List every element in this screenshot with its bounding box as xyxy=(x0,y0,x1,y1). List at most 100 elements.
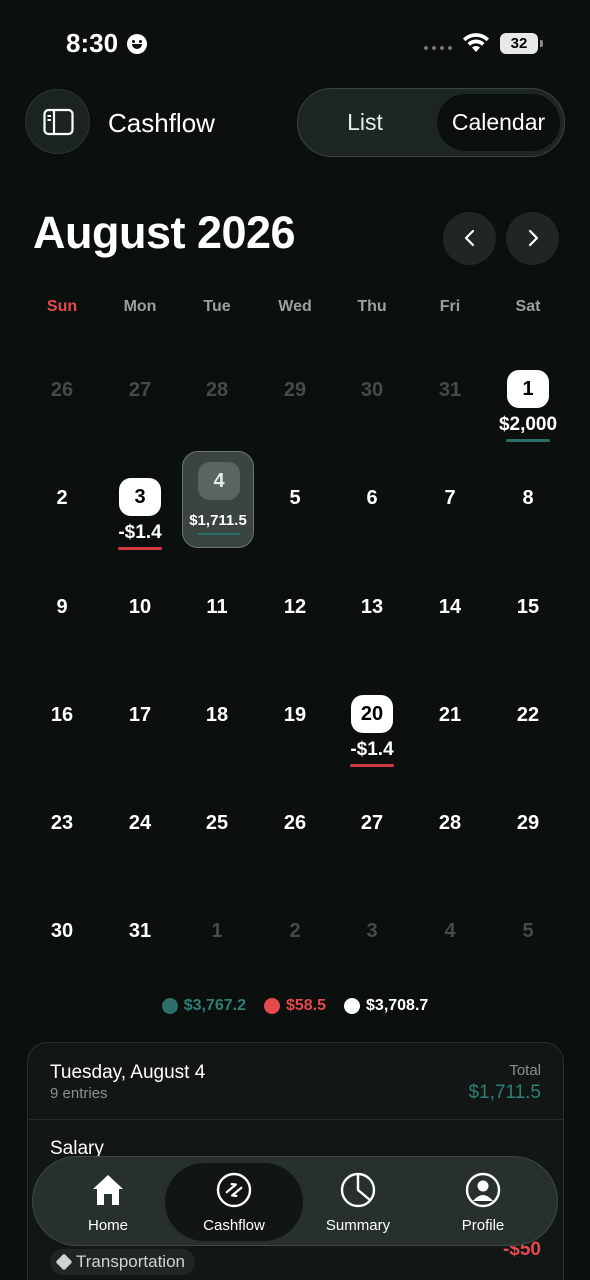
day-cell[interactable]: 25 xyxy=(178,803,256,843)
tab-summary[interactable]: Summary xyxy=(295,1163,421,1241)
status-bar: 8:30 32 xyxy=(0,0,590,88)
day-cell[interactable]: 21 xyxy=(411,695,489,735)
day-cell[interactable]: 26 xyxy=(256,803,334,843)
day-cell[interactable]: 28 xyxy=(411,803,489,843)
day-cell[interactable]: 7 xyxy=(411,478,489,518)
day-number: 16 xyxy=(50,704,74,726)
day-number: 29 xyxy=(516,812,540,834)
segment-calendar[interactable]: Calendar xyxy=(437,94,560,151)
day-cell[interactable]: 27 xyxy=(333,803,411,843)
day-number: 18 xyxy=(205,704,229,726)
tab-profile[interactable]: Profile xyxy=(420,1163,546,1241)
tab-profile-label: Profile xyxy=(461,1217,505,1234)
day-cell[interactable]: 12 xyxy=(256,587,334,627)
wifi-icon xyxy=(463,33,489,52)
home-icon xyxy=(93,1175,123,1205)
day-cell[interactable]: 30 xyxy=(23,911,101,951)
divider xyxy=(28,1119,563,1120)
income-total: $3,767.2 xyxy=(161,995,246,1017)
tab-cashflow-label: Cashflow xyxy=(203,1217,265,1234)
battery-indicator: 32 xyxy=(500,33,543,54)
day-income-bar xyxy=(506,439,550,442)
day-number: 8 xyxy=(522,487,534,509)
sidebar-toggle-button[interactable] xyxy=(25,89,90,154)
day-number: 4 xyxy=(444,920,456,942)
day-cell[interactable]: 31 xyxy=(101,911,179,951)
day-cell[interactable]: 3 xyxy=(333,911,411,951)
day-number: 25 xyxy=(205,812,229,834)
day-cell[interactable]: 23 xyxy=(23,803,101,843)
day-number: 31 xyxy=(128,920,152,942)
day-income-bar xyxy=(198,533,240,535)
day-cell[interactable]: 19 xyxy=(256,695,334,735)
weekday-label: Sun xyxy=(46,298,78,315)
entry-count: 9 entries xyxy=(50,1085,108,1102)
day-cell[interactable]: 1 xyxy=(178,911,256,951)
signal-icon xyxy=(424,46,452,50)
day-cell[interactable]: 29 xyxy=(489,803,567,843)
next-month-button[interactable] xyxy=(506,212,559,265)
day-cell[interactable]: 31 xyxy=(411,370,489,410)
day-number: 30 xyxy=(360,379,384,401)
day-cell[interactable]: 16 xyxy=(23,695,101,735)
day-amount: $1,711.5 xyxy=(189,512,247,529)
day-cell-selected[interactable]: 4 $1,711.5 xyxy=(182,451,254,548)
smiley-icon xyxy=(127,34,147,54)
day-number: 29 xyxy=(283,379,307,401)
day-cell[interactable]: 5 xyxy=(256,478,334,518)
day-cell[interactable]: 29 xyxy=(256,370,334,410)
day-number: 3 xyxy=(119,478,161,516)
day-amount: $2,000 xyxy=(498,414,558,435)
day-cell[interactable]: 6 xyxy=(333,478,411,518)
day-number: 24 xyxy=(128,812,152,834)
month-title: August 2026 xyxy=(33,207,296,258)
sidebar-icon xyxy=(43,108,74,136)
day-cell[interactable]: 2 xyxy=(256,911,334,951)
day-cell[interactable]: 28 xyxy=(178,370,256,410)
segment-list[interactable]: List xyxy=(298,89,432,156)
tab-cashflow[interactable]: Cashflow xyxy=(165,1163,303,1241)
day-cell[interactable]: 8 xyxy=(489,478,567,518)
day-number: 9 xyxy=(56,596,68,618)
day-cell[interactable]: 26 xyxy=(23,370,101,410)
day-cell[interactable]: 3 -$1.4 xyxy=(101,478,179,550)
day-cell[interactable]: 14 xyxy=(411,587,489,627)
day-number: 23 xyxy=(50,812,74,834)
day-cell[interactable]: 13 xyxy=(333,587,411,627)
day-cell[interactable]: 22 xyxy=(489,695,567,735)
day-cell[interactable]: 30 xyxy=(333,370,411,410)
day-cell[interactable]: 10 xyxy=(101,587,179,627)
day-cell[interactable]: 15 xyxy=(489,587,567,627)
expense-total: $58.5 xyxy=(263,995,327,1017)
day-number: 1 xyxy=(507,370,549,408)
day-cell[interactable]: 5 xyxy=(489,911,567,951)
tab-home[interactable]: Home xyxy=(45,1163,171,1241)
weekday-label: Thu xyxy=(357,298,387,315)
day-cell[interactable]: 9 xyxy=(23,587,101,627)
day-expense-bar xyxy=(350,764,394,767)
expense-value: $58.5 xyxy=(285,997,327,1014)
day-cell[interactable]: 20 -$1.4 xyxy=(333,695,411,767)
day-number: 6 xyxy=(366,487,378,509)
day-number: 2 xyxy=(289,920,301,942)
day-cell[interactable]: 1 $2,000 xyxy=(489,370,567,442)
day-cell[interactable]: 17 xyxy=(101,695,179,735)
day-number: 22 xyxy=(516,704,540,726)
category-chip: Transportation xyxy=(50,1249,195,1275)
previous-month-button[interactable] xyxy=(443,212,496,265)
page-title: Cashflow xyxy=(108,108,215,138)
day-number: 7 xyxy=(444,487,456,509)
day-number: 26 xyxy=(283,812,307,834)
day-number: 5 xyxy=(289,487,301,509)
day-number: 17 xyxy=(128,704,152,726)
weekday-label: Tue xyxy=(203,298,231,315)
day-cell[interactable]: 27 xyxy=(101,370,179,410)
day-number: 1 xyxy=(211,920,223,942)
day-cell[interactable]: 18 xyxy=(178,695,256,735)
day-cell[interactable]: 2 xyxy=(23,478,101,518)
day-cell[interactable]: 24 xyxy=(101,803,179,843)
day-total-value: $1,711.5 xyxy=(468,1082,541,1103)
day-cell[interactable]: 4 xyxy=(411,911,489,951)
day-number: 3 xyxy=(366,920,378,942)
day-cell[interactable]: 11 xyxy=(178,587,256,627)
